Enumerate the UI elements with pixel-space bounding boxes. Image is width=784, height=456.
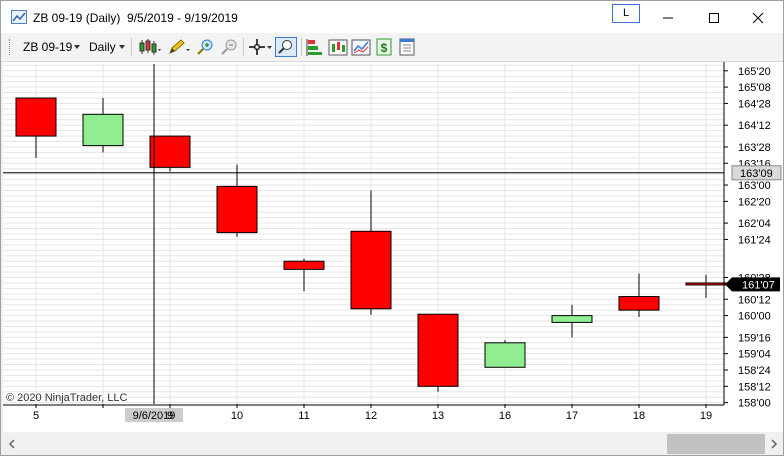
x-tick-label: 12 bbox=[365, 410, 377, 422]
y-tick-label: 161'24 bbox=[738, 234, 771, 246]
y-tick-label: 158'24 bbox=[738, 365, 771, 377]
y-tick-label: 163'28 bbox=[738, 142, 771, 154]
copyright-label: © 2020 NinjaTrader, LLC bbox=[6, 392, 127, 404]
close-icon[interactable] bbox=[749, 9, 767, 27]
x-tick-label: 9 bbox=[167, 410, 173, 422]
crosshair-price-label: 163'09 bbox=[740, 168, 773, 180]
interval-dropdown-icon[interactable] bbox=[119, 45, 125, 49]
x-tick-label: 11 bbox=[298, 410, 309, 422]
price-chart[interactable]: 165'20165'08164'28164'12163'28163'16163'… bbox=[3, 62, 783, 432]
y-tick-label: 159'16 bbox=[738, 332, 771, 344]
horizontal-scrollbar[interactable] bbox=[1, 433, 783, 455]
y-tick-label: 158'00 bbox=[738, 398, 771, 410]
chart-app-icon bbox=[11, 10, 27, 24]
interval-selector[interactable]: Daily bbox=[89, 40, 116, 54]
zoom-out-icon[interactable] bbox=[219, 37, 239, 57]
y-tick-label: 159'04 bbox=[738, 349, 771, 361]
toolbar-separator bbox=[301, 38, 302, 56]
x-tick-label: 10 bbox=[231, 410, 243, 422]
scroll-right-icon[interactable] bbox=[769, 439, 779, 449]
bar-style-icon[interactable] bbox=[138, 37, 162, 57]
x-tick-label: 18 bbox=[633, 410, 645, 422]
y-tick-label: 160'00 bbox=[738, 311, 771, 323]
y-tick-label: 165'08 bbox=[738, 82, 771, 94]
svg-text:$: $ bbox=[381, 41, 388, 55]
candle-body[interactable] bbox=[551, 315, 593, 323]
chart-toolbar: ZB 09-19 Daily $ bbox=[1, 33, 783, 62]
x-tick-label: 19 bbox=[700, 410, 712, 422]
candle-body[interactable] bbox=[82, 113, 124, 147]
magnifier-icon[interactable] bbox=[275, 37, 297, 57]
window-title: ZB 09-19 (Daily) 9/5/2019 - 9/19/2019 bbox=[33, 11, 238, 25]
chart-window: ZB 09-19 (Daily) 9/5/2019 - 9/19/2019 L … bbox=[0, 0, 784, 456]
candle-body[interactable] bbox=[149, 135, 191, 168]
y-tick-label: 164'12 bbox=[738, 120, 771, 132]
toolbar-separator bbox=[131, 38, 132, 56]
toolbar-grip[interactable] bbox=[9, 39, 12, 55]
candle-body[interactable] bbox=[618, 296, 660, 311]
scroll-left-icon[interactable] bbox=[7, 439, 17, 449]
x-tick-label: 17 bbox=[566, 410, 578, 422]
y-tick-label: 165'20 bbox=[738, 66, 771, 78]
instrument-selector[interactable]: ZB 09-19 bbox=[23, 40, 72, 54]
dollar-icon[interactable]: $ bbox=[374, 37, 394, 57]
y-tick-label: 160'12 bbox=[738, 294, 771, 306]
drawing-tools-icon[interactable] bbox=[167, 37, 191, 57]
candle-body[interactable] bbox=[417, 313, 459, 387]
candle-body[interactable] bbox=[484, 342, 526, 368]
y-tick-label: 162'20 bbox=[738, 196, 771, 208]
candle-body[interactable] bbox=[15, 97, 57, 137]
instrument-dropdown-icon[interactable] bbox=[74, 45, 80, 49]
crosshair-icon[interactable] bbox=[247, 37, 273, 57]
candle-body[interactable] bbox=[216, 185, 258, 234]
maximize-icon[interactable] bbox=[705, 9, 723, 27]
indicators-icon[interactable] bbox=[328, 37, 348, 57]
candle-body[interactable] bbox=[685, 282, 727, 286]
zoom-in-icon[interactable] bbox=[195, 37, 215, 57]
x-tick-label: 16 bbox=[499, 410, 511, 422]
link-button[interactable]: L bbox=[612, 4, 640, 23]
properties-icon[interactable] bbox=[397, 37, 417, 57]
y-tick-label: 163'00 bbox=[738, 180, 771, 192]
y-tick-label: 164'28 bbox=[738, 98, 771, 110]
last-price-label: 161'07 bbox=[742, 279, 775, 291]
candle-body[interactable] bbox=[283, 260, 325, 270]
minimize-icon[interactable] bbox=[659, 9, 677, 27]
chart-trader-icon[interactable] bbox=[351, 37, 371, 57]
x-tick-label: 5 bbox=[33, 410, 39, 422]
scrollbar-thumb[interactable] bbox=[667, 434, 765, 454]
x-tick-label: 13 bbox=[432, 410, 444, 422]
toolbar-separator bbox=[243, 38, 244, 56]
y-tick-label: 162'04 bbox=[738, 218, 771, 230]
title-bar[interactable]: ZB 09-19 (Daily) 9/5/2019 - 9/19/2019 L bbox=[1, 1, 783, 33]
y-tick-label: 158'12 bbox=[738, 381, 771, 393]
candle-body[interactable] bbox=[350, 230, 392, 310]
strategy-icon[interactable] bbox=[305, 37, 325, 57]
